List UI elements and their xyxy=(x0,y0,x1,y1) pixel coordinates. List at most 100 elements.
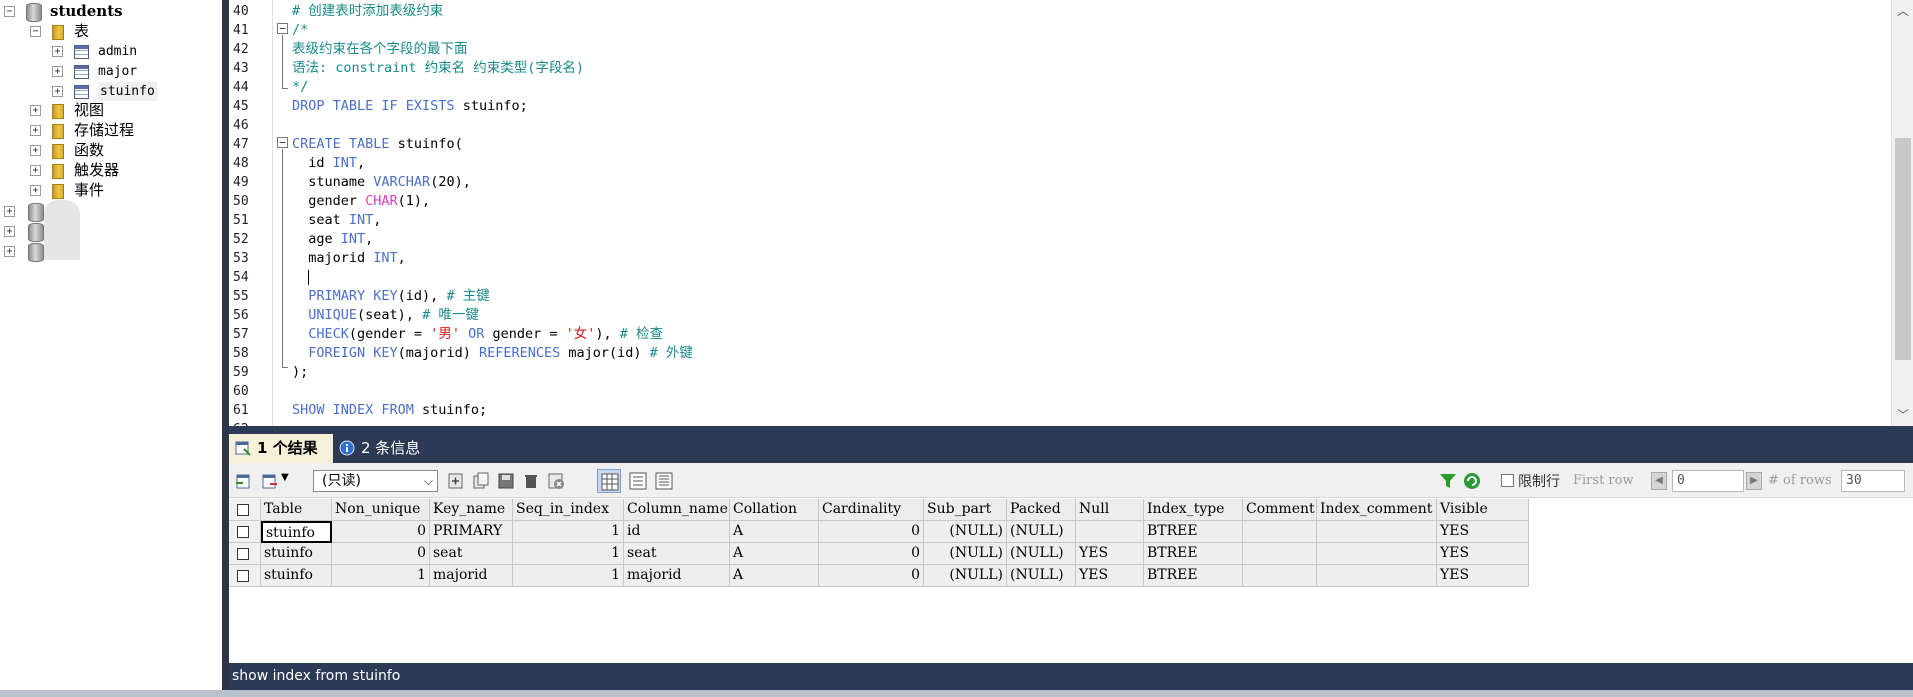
grid-cell[interactable]: stuinfo xyxy=(261,521,332,543)
column-header[interactable]: Seq_in_index xyxy=(513,499,624,521)
grid-cell[interactable]: 1 xyxy=(513,565,624,587)
text-view-icon[interactable] xyxy=(655,472,673,490)
grid-cell[interactable]: seat xyxy=(430,543,513,565)
column-header[interactable]: Comment xyxy=(1243,499,1317,521)
select-all-checkbox[interactable] xyxy=(237,504,249,516)
import-icon[interactable] xyxy=(261,472,279,490)
grid-cell[interactable]: 0 xyxy=(332,543,430,565)
fold-toggle-icon[interactable]: − xyxy=(277,137,288,148)
chevron-down-icon[interactable]: ▼ xyxy=(281,472,289,483)
grid-cell[interactable]: BTREE xyxy=(1144,543,1243,565)
expand-icon[interactable]: + xyxy=(4,246,15,257)
grid-cell[interactable]: YES xyxy=(1437,521,1529,543)
expand-icon[interactable]: + xyxy=(30,185,41,196)
row-checkbox[interactable] xyxy=(237,526,249,538)
grid-cell[interactable]: A xyxy=(730,565,819,587)
grid-cell[interactable]: 0 xyxy=(819,521,924,543)
column-header[interactable]: Table xyxy=(261,499,332,521)
grid-cell[interactable]: seat xyxy=(624,543,730,565)
grid-cell[interactable] xyxy=(1243,521,1317,543)
panel-splitter[interactable] xyxy=(222,0,229,690)
add-row-icon[interactable] xyxy=(447,472,465,490)
grid-cell[interactable] xyxy=(1243,565,1317,587)
grid-cell[interactable]: (NULL) xyxy=(924,543,1007,565)
grid-cell[interactable]: YES xyxy=(1076,543,1144,565)
tree-node-events-folder[interactable]: + 事件 xyxy=(30,181,210,200)
tab-results[interactable]: 1 个结果 xyxy=(229,434,333,463)
grid-cell[interactable] xyxy=(1243,543,1317,565)
export-icon[interactable] xyxy=(235,472,253,490)
grid-cell[interactable]: majorid xyxy=(430,565,513,587)
grid-cell[interactable]: stuinfo xyxy=(261,543,332,565)
editor-vertical-scrollbar[interactable]: ︿ ﹀ xyxy=(1891,0,1913,426)
column-header[interactable]: Column_name xyxy=(624,499,730,521)
column-header[interactable]: Index_type xyxy=(1144,499,1243,521)
discard-icon[interactable] xyxy=(547,472,565,490)
table-row[interactable]: stuinfo 0 PRIMARY 1 id A 0 (NULL) (NULL) BTREE YES xyxy=(229,521,1529,543)
tree-node-views-folder[interactable]: + 视图 xyxy=(30,101,210,120)
expand-icon[interactable]: + xyxy=(30,145,41,156)
grid-cell[interactable]: A xyxy=(730,543,819,565)
column-header[interactable]: Cardinality xyxy=(819,499,924,521)
grid-cell[interactable]: YES xyxy=(1437,543,1529,565)
column-header[interactable]: Visible xyxy=(1437,499,1529,521)
column-header[interactable]: Packed xyxy=(1007,499,1076,521)
expand-icon[interactable]: + xyxy=(52,86,63,97)
scroll-up-icon[interactable]: ︿ xyxy=(1897,2,1909,19)
limit-rows-checkbox[interactable] xyxy=(1501,474,1514,487)
tree-node-triggers-folder[interactable]: + 触发器 xyxy=(30,161,210,180)
expand-icon[interactable]: + xyxy=(4,206,15,217)
table-row[interactable]: stuinfo 0 seat 1 seat A 0 (NULL) (NULL) YES BTREE Y… xyxy=(229,543,1529,565)
delete-icon[interactable] xyxy=(522,472,540,490)
next-page-icon[interactable]: ▶ xyxy=(1746,472,1762,490)
expand-icon[interactable]: + xyxy=(30,105,41,116)
expand-icon[interactable]: + xyxy=(52,66,63,77)
rows-count-input[interactable]: 30 xyxy=(1841,470,1905,492)
scroll-down-icon[interactable]: ﹀ xyxy=(1897,406,1909,423)
save-icon[interactable] xyxy=(497,472,515,490)
form-view-icon[interactable] xyxy=(629,472,647,490)
grid-cell[interactable]: BTREE xyxy=(1144,521,1243,543)
grid-cell[interactable]: (NULL) xyxy=(1007,565,1076,587)
grid-cell[interactable]: YES xyxy=(1076,565,1144,587)
tree-node-tables-folder[interactable]: − 表 xyxy=(30,22,210,41)
column-header[interactable]: Key_name xyxy=(430,499,513,521)
grid-cell[interactable] xyxy=(1317,521,1437,543)
grid-cell[interactable]: 0 xyxy=(819,565,924,587)
expand-icon[interactable]: + xyxy=(30,125,41,136)
grid-cell[interactable]: PRIMARY xyxy=(430,521,513,543)
scrollbar-thumb[interactable] xyxy=(1895,138,1911,360)
grid-cell[interactable] xyxy=(1317,565,1437,587)
grid-cell[interactable]: 1 xyxy=(513,521,624,543)
sql-editor[interactable]: 40 # 创建表时添加表级约束 41 /* 42 表级约束在各个字段的最下面 43 语法: c… xyxy=(229,0,1890,426)
column-header[interactable]: Sub_part xyxy=(924,499,1007,521)
tree-node-functions-folder[interactable]: + 函数 xyxy=(30,141,210,160)
previous-page-icon[interactable]: ◀ xyxy=(1651,472,1667,490)
grid-cell[interactable]: (NULL) xyxy=(924,521,1007,543)
grid-cell[interactable]: id xyxy=(624,521,730,543)
refresh-icon[interactable] xyxy=(1463,472,1481,490)
grid-cell[interactable]: (NULL) xyxy=(924,565,1007,587)
row-checkbox[interactable] xyxy=(237,548,249,560)
table-row[interactable]: stuinfo 1 majorid 1 majorid A 0 (NULL) (NULL) YES… xyxy=(229,565,1529,587)
column-header[interactable]: Non_unique xyxy=(332,499,430,521)
row-checkbox[interactable] xyxy=(237,570,249,582)
column-header[interactable]: Collation xyxy=(730,499,819,521)
expand-icon[interactable]: + xyxy=(4,226,15,237)
grid-cell[interactable]: 1 xyxy=(332,565,430,587)
grid-cell[interactable] xyxy=(1076,521,1144,543)
grid-cell[interactable]: (NULL) xyxy=(1007,521,1076,543)
tree-node-db-students[interactable]: − students xyxy=(4,2,214,22)
grid-cell[interactable]: 0 xyxy=(332,521,430,543)
tree-node-table-stuinfo[interactable]: + stuinfo xyxy=(52,82,212,101)
grid-cell[interactable]: A xyxy=(730,521,819,543)
first-row-input[interactable]: 0 xyxy=(1672,470,1744,492)
tree-node-procedures-folder[interactable]: + 存储过程 xyxy=(30,121,210,140)
tree-node-table-major[interactable]: + major xyxy=(52,62,212,81)
duplicate-row-icon[interactable] xyxy=(472,472,490,490)
column-header[interactable]: Null xyxy=(1076,499,1144,521)
grid-cell[interactable]: BTREE xyxy=(1144,565,1243,587)
collapse-icon[interactable]: − xyxy=(30,26,41,37)
grid-cell[interactable]: majorid xyxy=(624,565,730,587)
grid-cell[interactable] xyxy=(1317,543,1437,565)
